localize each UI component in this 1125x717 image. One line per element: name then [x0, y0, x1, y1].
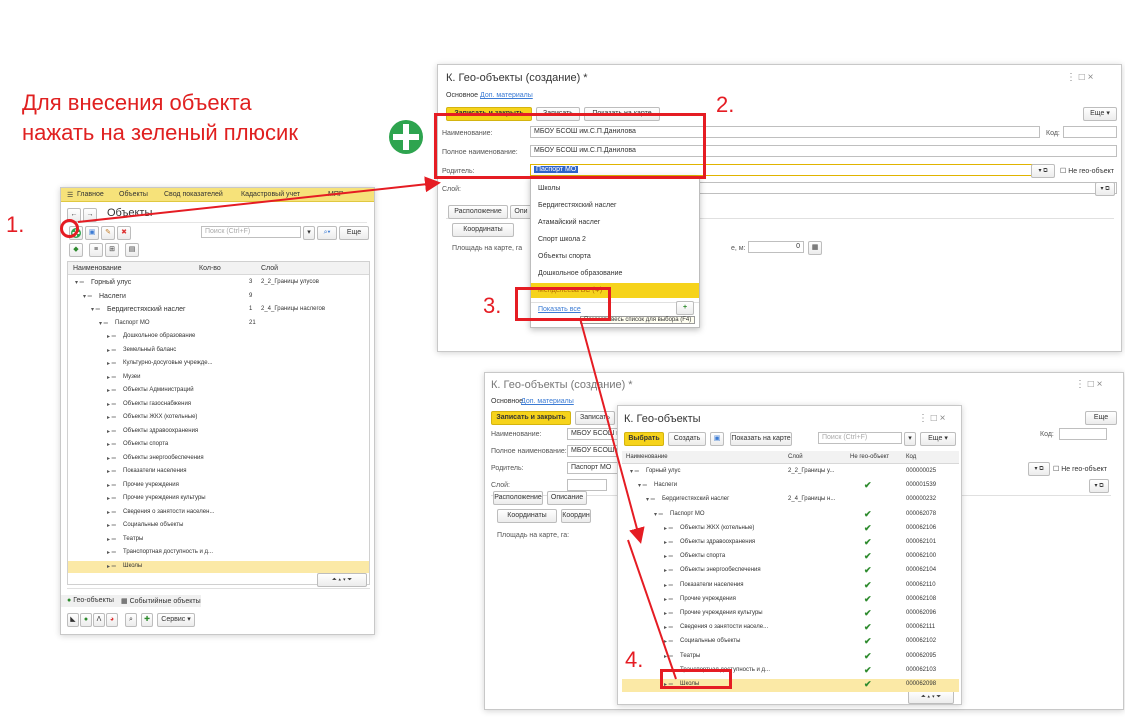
step-3-label: 3.	[483, 293, 502, 318]
highlight-schools-row	[660, 669, 732, 689]
step-1-label: 1.	[6, 212, 25, 237]
arrow-step-3	[579, 317, 645, 544]
highlight-fields	[434, 113, 706, 179]
arrow-step-1	[77, 176, 441, 223]
step-2-label: 2.	[716, 92, 735, 117]
highlight-show-all	[515, 287, 611, 321]
highlight-create-button	[60, 219, 79, 238]
annotation-arrows	[77, 176, 677, 680]
step-4-label: 4.	[625, 647, 644, 672]
